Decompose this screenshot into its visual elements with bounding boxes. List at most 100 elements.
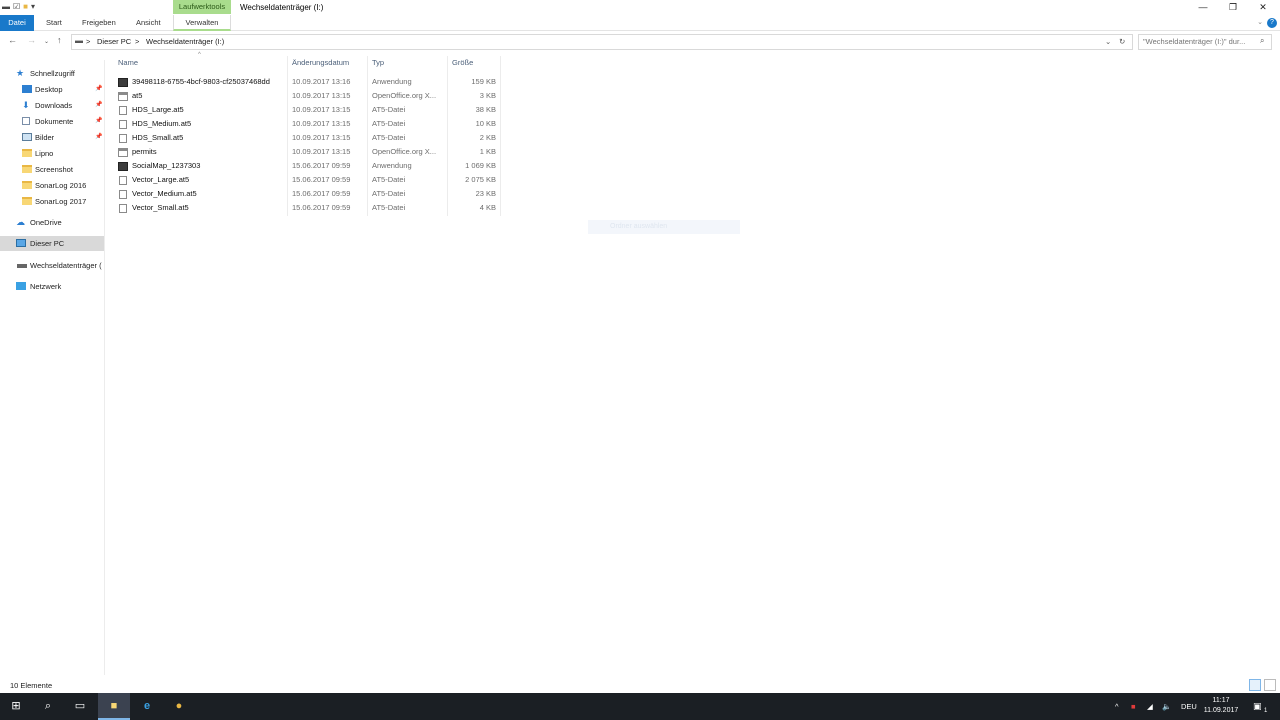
minimize-button[interactable]: — bbox=[1188, 0, 1218, 15]
tab-start[interactable]: Start bbox=[46, 15, 62, 31]
drive-icon bbox=[17, 264, 27, 268]
sidebar-item-netzwerk[interactable]: Netzwerk bbox=[0, 279, 104, 294]
file-date: 15.06.2017 09:59 bbox=[292, 189, 351, 198]
drag-ghost-hint: Ordner auswählen bbox=[588, 220, 740, 234]
file-icon bbox=[119, 120, 127, 129]
column-header-date[interactable]: Änderungsdatum bbox=[292, 56, 349, 70]
search-icon[interactable]: ⌕ bbox=[32, 693, 64, 720]
help-icon[interactable]: ? bbox=[1267, 18, 1277, 28]
file-date: 15.06.2017 09:59 bbox=[292, 175, 351, 184]
file-name: HDS_Medium.at5 bbox=[132, 119, 192, 128]
notification-center-icon[interactable]: ▣ bbox=[1253, 693, 1262, 720]
breadcrumb-drive[interactable]: Wechseldatenträger (I:) bbox=[146, 37, 224, 46]
file-size: 10 KB bbox=[475, 119, 496, 128]
maximize-button[interactable]: ❐ bbox=[1218, 0, 1248, 15]
sidebar-item-lipno[interactable]: Lipno bbox=[0, 146, 104, 161]
column-header-type[interactable]: Typ bbox=[372, 56, 384, 70]
back-arrow-icon[interactable]: ← bbox=[8, 35, 17, 45]
file-name: permits bbox=[132, 147, 157, 156]
table-row[interactable]: HDS_Large.at5 10.09.2017 13:15 AT5-Datei… bbox=[112, 103, 500, 117]
openoffice-file-icon bbox=[118, 92, 128, 101]
file-date: 15.06.2017 09:59 bbox=[292, 161, 351, 170]
breadcrumb-dieser-pc[interactable]: Dieser PC bbox=[97, 37, 131, 46]
application-icon bbox=[118, 162, 128, 171]
sidebar-item-wechseldatentraeger[interactable]: Wechseldatenträger ( bbox=[0, 258, 104, 273]
tab-verwalten[interactable]: Verwalten bbox=[173, 15, 231, 31]
sidebar-item-schnellzugriff[interactable]: ★ Schnellzugriff bbox=[0, 66, 104, 81]
table-row[interactable]: Vector_Small.at5 15.06.2017 09:59 AT5-Da… bbox=[112, 201, 500, 215]
column-divider[interactable] bbox=[500, 56, 501, 216]
taskbar: ⊞ ⌕ ▭ ■ e ● ^ ■ ◢ 🔈 DEU 11:17 11.09.2017… bbox=[0, 693, 1280, 720]
sidebar-item-label: Dieser PC bbox=[30, 239, 65, 248]
file-type: AT5-Datei bbox=[372, 105, 406, 114]
file-explorer-icon[interactable]: ■ bbox=[98, 693, 130, 720]
column-header-name[interactable]: Name bbox=[118, 56, 138, 70]
chrome-browser-icon[interactable]: ● bbox=[163, 693, 195, 720]
sidebar-item-label: SonarLog 2017 bbox=[35, 197, 87, 206]
start-windows-icon[interactable]: ⊞ bbox=[0, 693, 32, 720]
tab-freigeben[interactable]: Freigeben bbox=[82, 15, 116, 31]
network-wifi-icon[interactable]: ◢ bbox=[1147, 693, 1153, 720]
sidebar-item-onedrive[interactable]: ☁ OneDrive bbox=[0, 215, 104, 230]
file-size: 2 KB bbox=[479, 133, 496, 142]
table-row[interactable]: SocialMap_1237303 15.06.2017 09:59 Anwen… bbox=[112, 159, 500, 173]
forward-arrow-icon[interactable]: → bbox=[27, 35, 36, 45]
table-row[interactable]: Vector_Large.at5 15.06.2017 09:59 AT5-Da… bbox=[112, 173, 500, 187]
search-icon[interactable]: ⌕ bbox=[1260, 36, 1264, 46]
sidebar-item-label: Screenshot bbox=[35, 165, 73, 174]
table-row[interactable]: 39498118-6755-4bcf-9803-cf25037468dd 10.… bbox=[112, 75, 500, 89]
antivirus-icon[interactable]: ■ bbox=[1131, 693, 1136, 720]
close-button[interactable]: ✕ bbox=[1248, 0, 1278, 15]
show-hidden-icons-icon[interactable]: ^ bbox=[1115, 693, 1119, 720]
recent-locations-icon[interactable]: ⌄ bbox=[44, 38, 49, 45]
file-name: HDS_Large.at5 bbox=[132, 105, 184, 114]
customize-qat-icon[interactable]: ▾ bbox=[31, 2, 35, 11]
address-bar[interactable]: ▬ > Dieser PC > Wechseldatenträger (I:) … bbox=[71, 34, 1133, 50]
file-size: 2 075 KB bbox=[465, 175, 496, 184]
search-input[interactable] bbox=[1143, 37, 1255, 46]
large-icons-view-button[interactable] bbox=[1264, 679, 1276, 691]
up-arrow-icon[interactable]: ↑ bbox=[57, 35, 62, 45]
task-view-icon[interactable]: ▭ bbox=[64, 693, 96, 720]
address-dropdown-icon[interactable]: ⌄ bbox=[1105, 37, 1111, 46]
details-view-button[interactable] bbox=[1249, 679, 1261, 691]
drive-icon[interactable]: ▬ bbox=[2, 2, 10, 11]
table-row[interactable]: at5 10.09.2017 13:15 OpenOffice.org X...… bbox=[112, 89, 500, 103]
properties-icon[interactable]: ☑ bbox=[13, 2, 20, 11]
table-row[interactable]: Vector_Medium.at5 15.06.2017 09:59 AT5-D… bbox=[112, 187, 500, 201]
sidebar-item-sonarlog-2017[interactable]: SonarLog 2017 bbox=[0, 194, 104, 209]
sidebar-item-bilder[interactable]: Bilder 📌 bbox=[0, 130, 104, 145]
system-clock[interactable]: 11:17 11.09.2017 bbox=[1198, 696, 1244, 716]
sidebar-item-screenshot[interactable]: Screenshot bbox=[0, 162, 104, 177]
expand-ribbon-icon[interactable]: ⌄ bbox=[1257, 18, 1263, 26]
tab-ansicht[interactable]: Ansicht bbox=[136, 15, 161, 31]
column-header-size[interactable]: Größe bbox=[452, 56, 473, 70]
table-row[interactable]: HDS_Small.at5 10.09.2017 13:15 AT5-Datei… bbox=[112, 131, 500, 145]
volume-icon[interactable]: 🔈 bbox=[1162, 693, 1171, 720]
file-type: AT5-Datei bbox=[372, 189, 406, 198]
table-row[interactable]: permits 10.09.2017 13:15 OpenOffice.org … bbox=[112, 145, 500, 159]
sidebar-item-downloads[interactable]: ⬇ Downloads 📌 bbox=[0, 98, 104, 113]
table-row[interactable]: HDS_Medium.at5 10.09.2017 13:15 AT5-Date… bbox=[112, 117, 500, 131]
search-box[interactable]: ⌕ bbox=[1138, 34, 1272, 50]
sidebar-item-desktop[interactable]: Desktop 📌 bbox=[0, 82, 104, 97]
edge-browser-icon[interactable]: e bbox=[131, 693, 163, 720]
refresh-icon[interactable]: ↻ bbox=[1119, 37, 1125, 46]
download-icon: ⬇ bbox=[22, 100, 30, 110]
pin-icon: 📌 bbox=[95, 102, 103, 108]
tab-datei[interactable]: Datei bbox=[0, 15, 34, 31]
file-type: OpenOffice.org X... bbox=[372, 91, 437, 100]
language-indicator[interactable]: DEU bbox=[1181, 693, 1197, 720]
sidebar-item-dieser-pc[interactable]: Dieser PC bbox=[0, 236, 104, 251]
sidebar-item-sonarlog-2016[interactable]: SonarLog 2016 bbox=[0, 178, 104, 193]
sidebar-item-label: Netzwerk bbox=[30, 282, 62, 291]
sidebar-item-label: Downloads bbox=[35, 101, 73, 110]
file-icon bbox=[119, 204, 127, 213]
sidebar-item-label: OneDrive bbox=[30, 218, 62, 227]
clock-time: 11:17 bbox=[1212, 697, 1230, 704]
file-size: 23 KB bbox=[475, 189, 496, 198]
pin-icon: 📌 bbox=[95, 118, 103, 124]
new-folder-icon[interactable]: ■ bbox=[23, 2, 28, 11]
sidebar-item-dokumente[interactable]: Dokumente 📌 bbox=[0, 114, 104, 129]
file-type: AT5-Datei bbox=[372, 175, 406, 184]
